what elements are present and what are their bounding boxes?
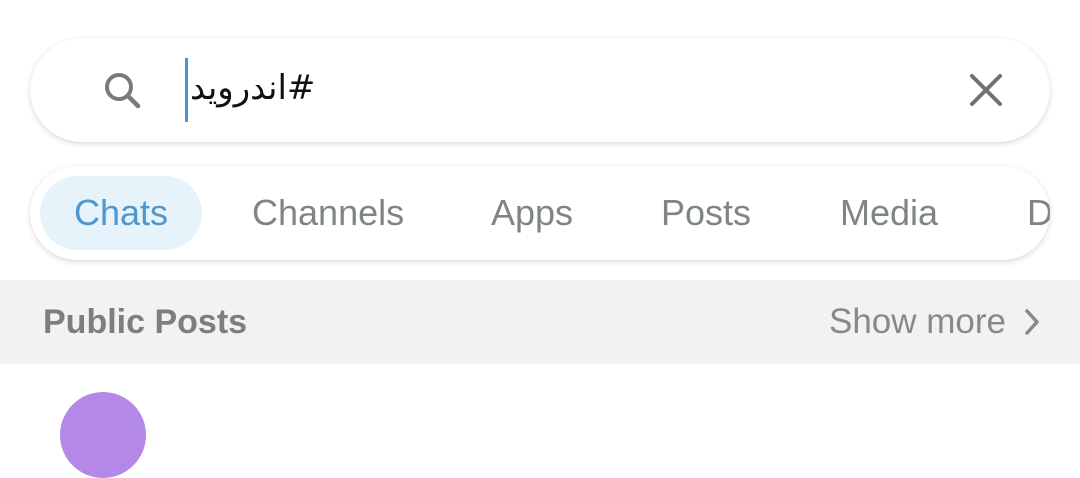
search-bar[interactable]: #اندروید bbox=[30, 38, 1050, 142]
tab-apps[interactable]: Apps bbox=[491, 176, 573, 250]
search-input-value: #اندروید bbox=[190, 68, 316, 108]
show-more-button[interactable]: Show more bbox=[829, 300, 1040, 344]
tab-channels[interactable]: Channels bbox=[252, 176, 404, 250]
clear-search-button[interactable] bbox=[960, 64, 1012, 116]
public-posts-header: Public Posts Show more bbox=[0, 280, 1080, 364]
tab-downloads-partial[interactable]: D bbox=[1027, 176, 1050, 250]
close-icon bbox=[970, 74, 1002, 106]
tab-posts[interactable]: Posts bbox=[661, 176, 751, 250]
chevron-right-icon bbox=[1025, 309, 1039, 335]
section-title: Public Posts bbox=[43, 303, 248, 341]
text-cursor bbox=[185, 58, 188, 122]
search-icon bbox=[100, 68, 144, 112]
search-tabs: Chats Channels Apps Posts Media D bbox=[30, 166, 1050, 260]
avatar[interactable] bbox=[60, 392, 146, 478]
show-more-label: Show more bbox=[828, 302, 1006, 341]
tab-chats[interactable]: Chats bbox=[40, 176, 202, 250]
tab-media[interactable]: Media bbox=[840, 176, 938, 250]
search-input[interactable]: #اندروید bbox=[185, 58, 945, 122]
